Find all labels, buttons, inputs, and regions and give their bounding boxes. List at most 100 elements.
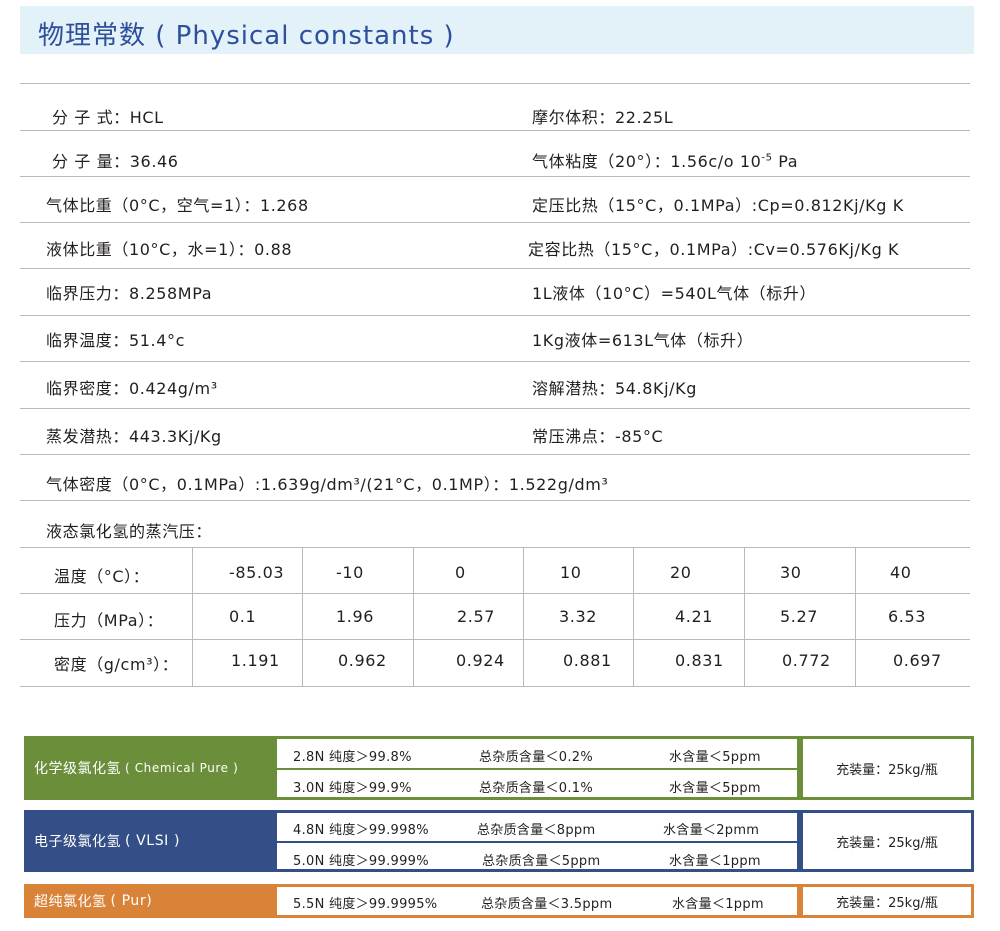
spec-impurity: 总杂质含量＜8ppm	[477, 823, 596, 838]
prop-boiling-point: 常压沸点：-85°C	[532, 427, 664, 446]
table-cell: 1.96	[336, 607, 375, 626]
table-cell: 0.1	[229, 607, 257, 626]
table-cell: 30	[780, 563, 802, 582]
grade-name-en: ( VLSI )	[125, 833, 181, 849]
table-row-label: 密度（g/cm³）：	[54, 655, 179, 674]
table-cell: 2.57	[457, 607, 496, 626]
divider	[20, 454, 970, 455]
table-column-line	[633, 548, 634, 686]
table-cell: 0	[455, 563, 466, 582]
spec-water: 水含量＜2pmm	[663, 823, 760, 838]
spec-purity: 3.0N 纯度＞99.9%	[293, 781, 412, 796]
table-divider	[20, 593, 970, 594]
page-title: 物理常数 ( Physical constants )	[38, 21, 455, 51]
divider	[20, 222, 970, 223]
spec-box: 2.8N 纯度＞99.8% 总杂质含量＜0.2% 水含量＜5ppm 3.0N 纯…	[274, 736, 800, 800]
grade-label-ultra-pure: 超纯氯化氢 ( Pur)	[24, 884, 276, 918]
spec-water: 水含量＜5ppm	[669, 781, 761, 796]
table-cell: 20	[670, 563, 692, 582]
gas-viscosity-value: 气体粘度（20°）：1.56c/o 10	[532, 152, 762, 171]
fill-quantity: 充装量：25kg/瓶	[800, 810, 974, 872]
divider	[20, 130, 970, 131]
grade-name-en: ( Chemical Pure )	[125, 761, 239, 775]
divider	[20, 408, 970, 409]
grade-ultra-pure: 超纯氯化氢 ( Pur) 5.5N 纯度＞99.9995% 总杂质含量＜3.5p…	[24, 884, 974, 918]
table-column-line	[855, 548, 856, 686]
table-row-label: 压力（MPa）：	[54, 611, 164, 630]
vapor-pressure-title: 液态氯化氢的蒸汽压：	[46, 522, 213, 541]
table-divider	[20, 686, 970, 687]
prop-cv: 定容比热（15°C，0.1MPa）:Cv=0.576Kj/Kg K	[528, 240, 900, 259]
spec-divider	[277, 841, 797, 843]
divider	[20, 315, 970, 316]
grade-label-vlsi: 电子级氯化氢 ( VLSI )	[24, 810, 276, 872]
table-cell: 0.881	[563, 651, 612, 670]
prop-heat-of-vaporization: 蒸发潜热：443.3Kj/Kg	[46, 427, 222, 446]
prop-gas-density: 气体密度（0°C，0.1MPa）:1.639g/dm³/(21°C，0.1MP）…	[46, 475, 609, 494]
table-row-label: 温度（°C）：	[54, 567, 150, 586]
table-cell: 0.831	[675, 651, 724, 670]
table-cell: 4.21	[675, 607, 714, 626]
spec-box: 5.5N 纯度＞99.9995% 总杂质含量＜3.5ppm 水含量＜1ppm	[274, 884, 800, 918]
divider	[20, 547, 970, 548]
divider	[20, 176, 970, 177]
divider	[20, 500, 970, 501]
spec-water: 水含量＜1ppm	[669, 854, 761, 869]
spec-water: 水含量＜5ppm	[669, 750, 761, 765]
table-cell: 10	[560, 563, 582, 582]
divider	[20, 268, 970, 269]
grade-vlsi: 电子级氯化氢 ( VLSI ) 4.8N 纯度＞99.998% 总杂质含量＜8p…	[24, 810, 974, 872]
prop-liquid-gas-ratio: 1L液体（10°C）=540L气体（标升）	[532, 284, 817, 303]
grade-chemical-pure: 化学级氯化氢 ( Chemical Pure ) 2.8N 纯度＞99.8% 总…	[24, 736, 974, 800]
table-cell: 0.924	[456, 651, 505, 670]
table-column-line	[413, 548, 414, 686]
table-cell: -85.03	[229, 563, 285, 582]
spec-box: 4.8N 纯度＞99.998% 总杂质含量＜8ppm 水含量＜2pmm 5.0N…	[274, 810, 800, 872]
prop-molar-volume: 摩尔体积：22.25L	[532, 108, 674, 127]
spec-purity: 2.8N 纯度＞99.8%	[293, 750, 412, 765]
grade-name: 电子级氯化氢	[34, 834, 121, 850]
prop-critical-temperature: 临界温度：51.4°c	[46, 331, 186, 350]
fill-quantity: 充装量：25kg/瓶	[800, 884, 974, 918]
table-cell: -10	[336, 563, 364, 582]
divider	[20, 361, 970, 362]
table-cell: 40	[890, 563, 912, 582]
table-column-line	[192, 548, 193, 686]
spec-divider	[277, 768, 797, 770]
grade-label-chemical-pure: 化学级氯化氢 ( Chemical Pure )	[24, 736, 276, 800]
table-cell: 6.53	[888, 607, 927, 626]
table-cell: 3.32	[559, 607, 598, 626]
grade-name-en: ( Pur)	[110, 893, 153, 909]
prop-molecular-formula: 分 子 式：HCL	[52, 108, 164, 127]
table-column-line	[744, 548, 745, 686]
prop-molecular-weight: 分 子 量：36.46	[52, 152, 179, 171]
prop-gas-viscosity: 气体粘度（20°）：1.56c/o 10-5 Pa	[532, 148, 798, 172]
spec-impurity: 总杂质含量＜5ppm	[482, 854, 601, 869]
spec-purity: 5.0N 纯度＞99.999%	[293, 854, 429, 869]
table-divider	[20, 639, 970, 640]
prop-liquid-specific-gravity: 液体比重（10°C，水=1）：0.88	[46, 240, 293, 259]
spec-purity: 5.5N 纯度＞99.9995%	[293, 897, 438, 912]
spec-purity: 4.8N 纯度＞99.998%	[293, 823, 429, 838]
table-cell: 0.697	[893, 651, 942, 670]
prop-cp: 定压比热（15°C，0.1MPa）:Cp=0.812Kj/Kg K	[532, 196, 904, 215]
table-cell: 5.27	[780, 607, 819, 626]
prop-critical-density: 临界密度：0.424g/m³	[46, 379, 218, 398]
gas-viscosity-unit: Pa	[772, 152, 799, 171]
spec-impurity: 总杂质含量＜0.1%	[479, 781, 594, 796]
grade-name: 化学级氯化氢	[34, 761, 121, 777]
prop-heat-of-solution: 溶解潜热：54.8Kj/Kg	[532, 379, 698, 398]
gas-viscosity-exponent: -5	[761, 152, 773, 164]
table-cell: 0.772	[782, 651, 831, 670]
divider	[20, 83, 970, 84]
fill-quantity: 充装量：25kg/瓶	[800, 736, 974, 800]
prop-kg-liquid-gas: 1Kg液体=613L气体（标升）	[532, 331, 754, 350]
prop-critical-pressure: 临界压力：8.258MPa	[46, 284, 213, 303]
grade-name: 超纯氯化氢	[34, 894, 107, 910]
table-column-line	[523, 548, 524, 686]
header-band: 物理常数 ( Physical constants )	[20, 6, 974, 54]
spec-impurity: 总杂质含量＜3.5ppm	[481, 897, 613, 912]
table-column-line	[302, 548, 303, 686]
table-cell: 1.191	[231, 651, 280, 670]
spec-water: 水含量＜1ppm	[672, 897, 764, 912]
